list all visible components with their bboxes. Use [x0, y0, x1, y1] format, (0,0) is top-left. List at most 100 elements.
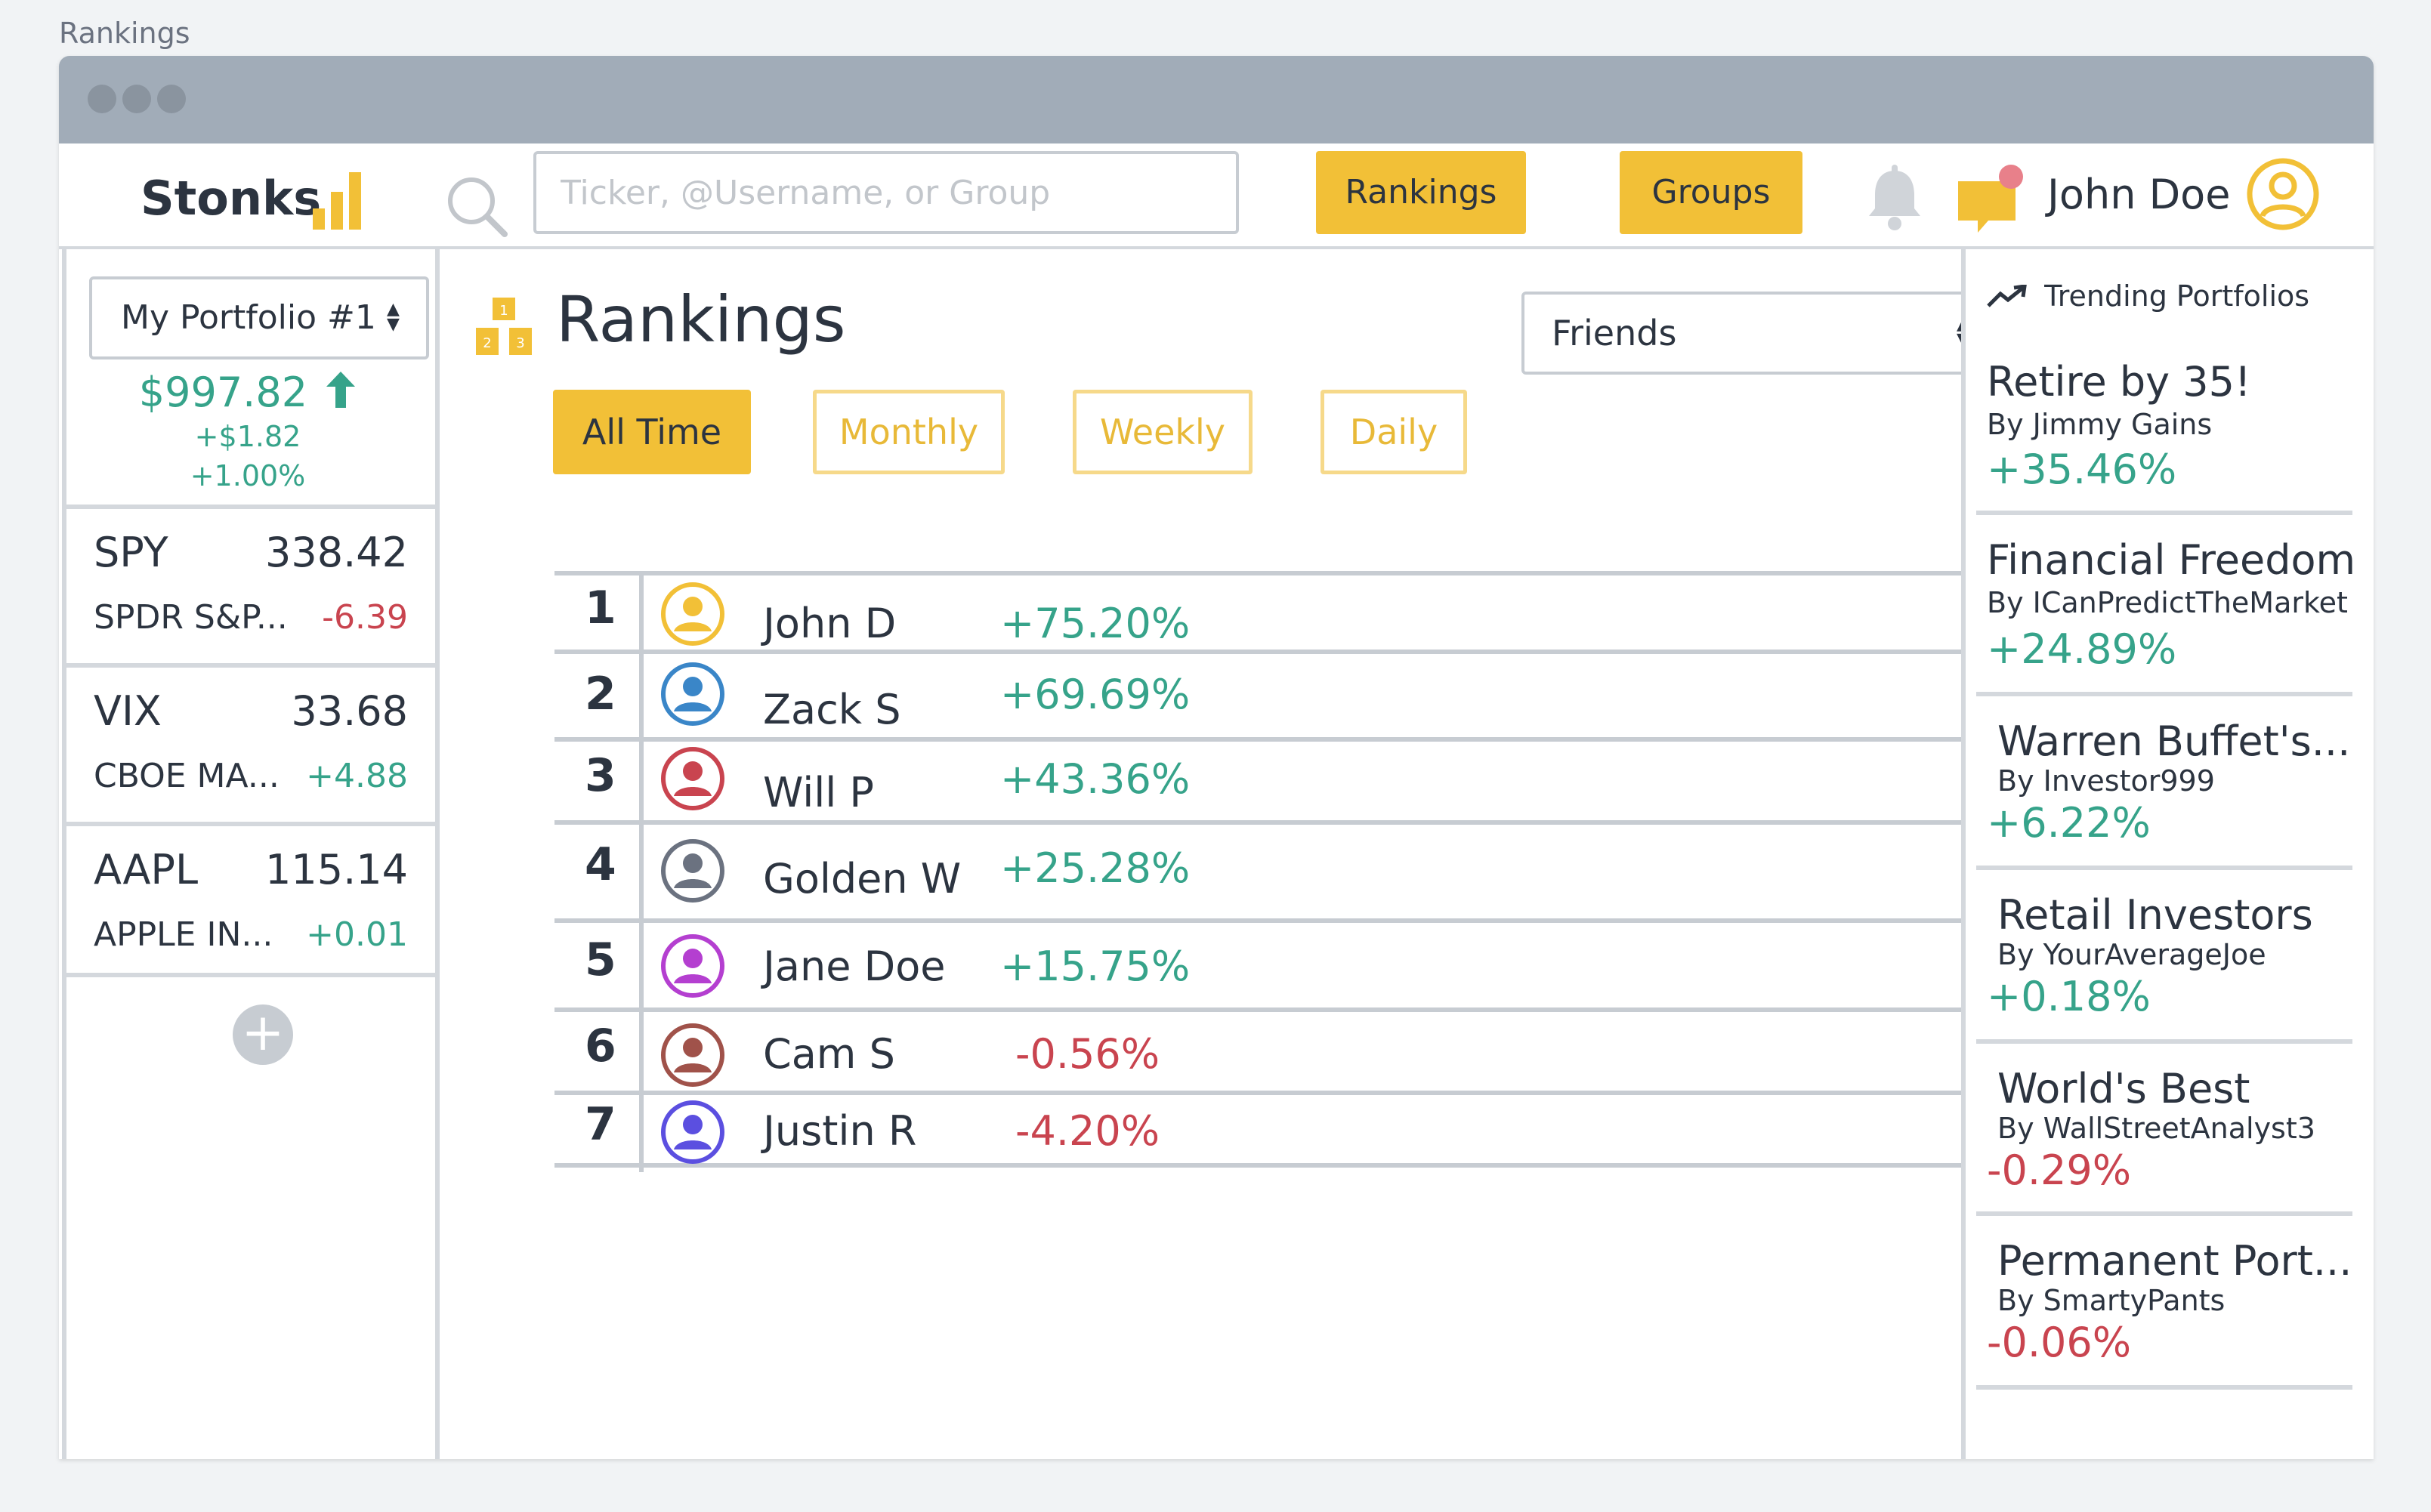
- trending-portfolio-author: By Jimmy Gains: [1987, 408, 2213, 441]
- portfolio-select-value: My Portfolio #1: [121, 298, 376, 337]
- trending-portfolio-return: +6.22%: [1987, 799, 2151, 847]
- user-avatar-icon: [661, 582, 724, 646]
- trending-header-label: Trending Portfolios: [2044, 279, 2310, 313]
- select-arrows-icon: ▲▼: [387, 300, 400, 334]
- trending-portfolio[interactable]: Permanent Port... By SmartyPants -0.06%: [1976, 1216, 2352, 1390]
- trending-portfolio-name: Permanent Port...: [1997, 1237, 2352, 1285]
- search-input[interactable]: [533, 151, 1239, 234]
- ticker-price: 338.42: [265, 529, 408, 576]
- rank-return: -0.56%: [1015, 1030, 1160, 1078]
- window-close-dot[interactable]: [88, 85, 116, 113]
- bell-icon[interactable]: [1864, 165, 1925, 233]
- ticker-price: 115.14: [265, 846, 408, 893]
- ticker-card[interactable]: SPY 338.42 SPDR S&P... -6.39: [66, 505, 435, 660]
- user-avatar-icon: [661, 1023, 724, 1087]
- trending-portfolio-name: Warren Buffet's...: [1997, 717, 2351, 765]
- ranking-row[interactable]: 5 Jane Doe +15.75%: [554, 918, 1999, 1007]
- trending-portfolio[interactable]: Financial Freedom By ICanPredictTheMarke…: [1976, 515, 2356, 696]
- ticker-symbol: VIX: [94, 687, 162, 735]
- user-name[interactable]: John Doe: [2047, 171, 2230, 218]
- trending-portfolio-name: Financial Freedom: [1987, 536, 2356, 584]
- trending-portfolio-name: Retail Investors: [1997, 891, 2313, 939]
- page-title: Rankings: [556, 282, 846, 356]
- ranking-row[interactable]: 3 Will P +43.36%: [554, 737, 1999, 820]
- trending-portfolio[interactable]: Warren Buffet's... By Investor999 +6.22%: [1976, 696, 2352, 870]
- ticker-change: -6.39: [322, 598, 408, 637]
- svg-text:2: 2: [483, 335, 491, 351]
- ticker-card[interactable]: AAPL 115.14 APPLE IN... +0.01: [66, 822, 435, 977]
- filter-monthly[interactable]: Monthly: [813, 390, 1005, 474]
- user-avatar-icon[interactable]: [2246, 157, 2320, 231]
- rankings-button[interactable]: Rankings: [1316, 151, 1526, 234]
- svg-text:3: 3: [516, 335, 524, 351]
- window-minimize-dot[interactable]: [122, 85, 151, 113]
- rank-user-name: Zack S: [763, 686, 901, 733]
- rank-user-name: Cam S: [763, 1030, 895, 1078]
- filter-all-time[interactable]: All Time: [553, 390, 751, 474]
- rank-return: -4.20%: [1015, 1107, 1160, 1155]
- rank-return: +75.20%: [1000, 600, 1191, 647]
- logo-bars-icon: [307, 172, 363, 230]
- window-titlebar: [59, 56, 2374, 143]
- window-zoom-dot[interactable]: [157, 85, 186, 113]
- trending-portfolio-name: World's Best: [1997, 1065, 2250, 1112]
- ranking-row[interactable]: 1 John D +75.20%: [554, 571, 1999, 650]
- rank-number: 6: [585, 1020, 616, 1072]
- trending-portfolio-author: By ICanPredictTheMarket: [1987, 586, 2348, 619]
- app-window: Stonks Rankings Groups John Doe: [59, 56, 2374, 1459]
- add-ticker-button[interactable]: +: [233, 1004, 293, 1065]
- up-arrow-icon: [326, 372, 356, 408]
- trending-portfolio[interactable]: Retail Investors By YourAverageJoe +0.18…: [1976, 870, 2352, 1044]
- portfolio-sidebar: My Portfolio #1 ▲ ▼ $997.82 +$1.82 +1.00%…: [62, 249, 440, 1459]
- user-avatar-icon: [661, 747, 724, 810]
- rank-number: 7: [585, 1098, 616, 1151]
- trending-portfolio-author: By Investor999: [1997, 764, 2215, 798]
- rank-user-name: Jane Doe: [763, 943, 946, 990]
- ranking-row[interactable]: 4 Golden W +25.28%: [554, 820, 1999, 918]
- trending-portfolio-return: +24.89%: [1987, 625, 2177, 673]
- portfolio-balance: $997.82: [66, 369, 429, 416]
- scope-select[interactable]: Friends ▲▼: [1521, 292, 1999, 375]
- ranking-row[interactable]: 6 Cam S -0.56%: [554, 1007, 1999, 1091]
- ticker-symbol: AAPL: [94, 846, 199, 893]
- ticker-card[interactable]: VIX 33.68 CBOE MA... +4.88: [66, 663, 435, 819]
- ticker-name: SPDR S&P...: [94, 598, 288, 637]
- ticker-symbol: SPY: [94, 529, 168, 576]
- app-logo[interactable]: Stonks: [141, 171, 321, 226]
- trending-portfolio[interactable]: Retire by 35! By Jimmy Gains +35.46%: [1976, 347, 2352, 515]
- rank-user-name: Will P: [763, 769, 874, 816]
- ticker-change: +0.01: [306, 915, 408, 954]
- rank-user-name: Golden W: [763, 855, 962, 903]
- podium-icon: 1 2 3: [476, 298, 532, 355]
- trending-portfolio-return: -0.06%: [1987, 1319, 2132, 1366]
- trending-up-icon: [1987, 285, 2027, 307]
- balance-change-abs: +$1.82: [194, 420, 301, 453]
- rankings-panel: 1 2 3 Rankings Friends ▲▼ All Time Month…: [440, 249, 1999, 1459]
- ranking-row[interactable]: 7 Justin R -4.20%: [554, 1091, 1999, 1168]
- user-avatar-icon: [661, 1100, 724, 1164]
- trending-portfolio-author: By YourAverageJoe: [1997, 938, 2266, 971]
- trending-sidebar: Trending Portfolios Retire by 35! By Jim…: [1961, 249, 2374, 1459]
- trending-portfolio[interactable]: World's Best By WallStreetAnalyst3 -0.29…: [1976, 1044, 2352, 1216]
- page-label: Rankings: [59, 17, 190, 50]
- groups-button[interactable]: Groups: [1620, 151, 1802, 234]
- user-avatar-icon: [661, 839, 724, 903]
- rank-user-name: Justin R: [763, 1107, 917, 1155]
- rank-number: 4: [585, 838, 616, 891]
- trending-portfolio-return: -0.29%: [1987, 1146, 2132, 1194]
- filter-weekly[interactable]: Weekly: [1073, 390, 1253, 474]
- chat-icon[interactable]: [1955, 163, 2031, 236]
- search-icon[interactable]: [444, 174, 509, 239]
- trending-portfolio-name: Retire by 35!: [1987, 358, 2251, 406]
- user-avatar-icon: [661, 934, 724, 998]
- filter-daily[interactable]: Daily: [1321, 390, 1467, 474]
- rank-return: +25.28%: [1000, 844, 1191, 892]
- ranking-row[interactable]: 2 Zack S +69.69%: [554, 650, 1999, 737]
- ticker-price: 33.68: [291, 687, 408, 735]
- portfolio-select[interactable]: My Portfolio #1 ▲ ▼: [89, 276, 429, 359]
- scope-select-value: Friends: [1552, 313, 1677, 353]
- trending-portfolio-author: By WallStreetAnalyst3: [1997, 1112, 2315, 1145]
- trending-header: Trending Portfolios: [1987, 279, 2309, 313]
- balance-value: $997.82: [138, 369, 308, 416]
- rank-return: +69.69%: [1000, 671, 1191, 718]
